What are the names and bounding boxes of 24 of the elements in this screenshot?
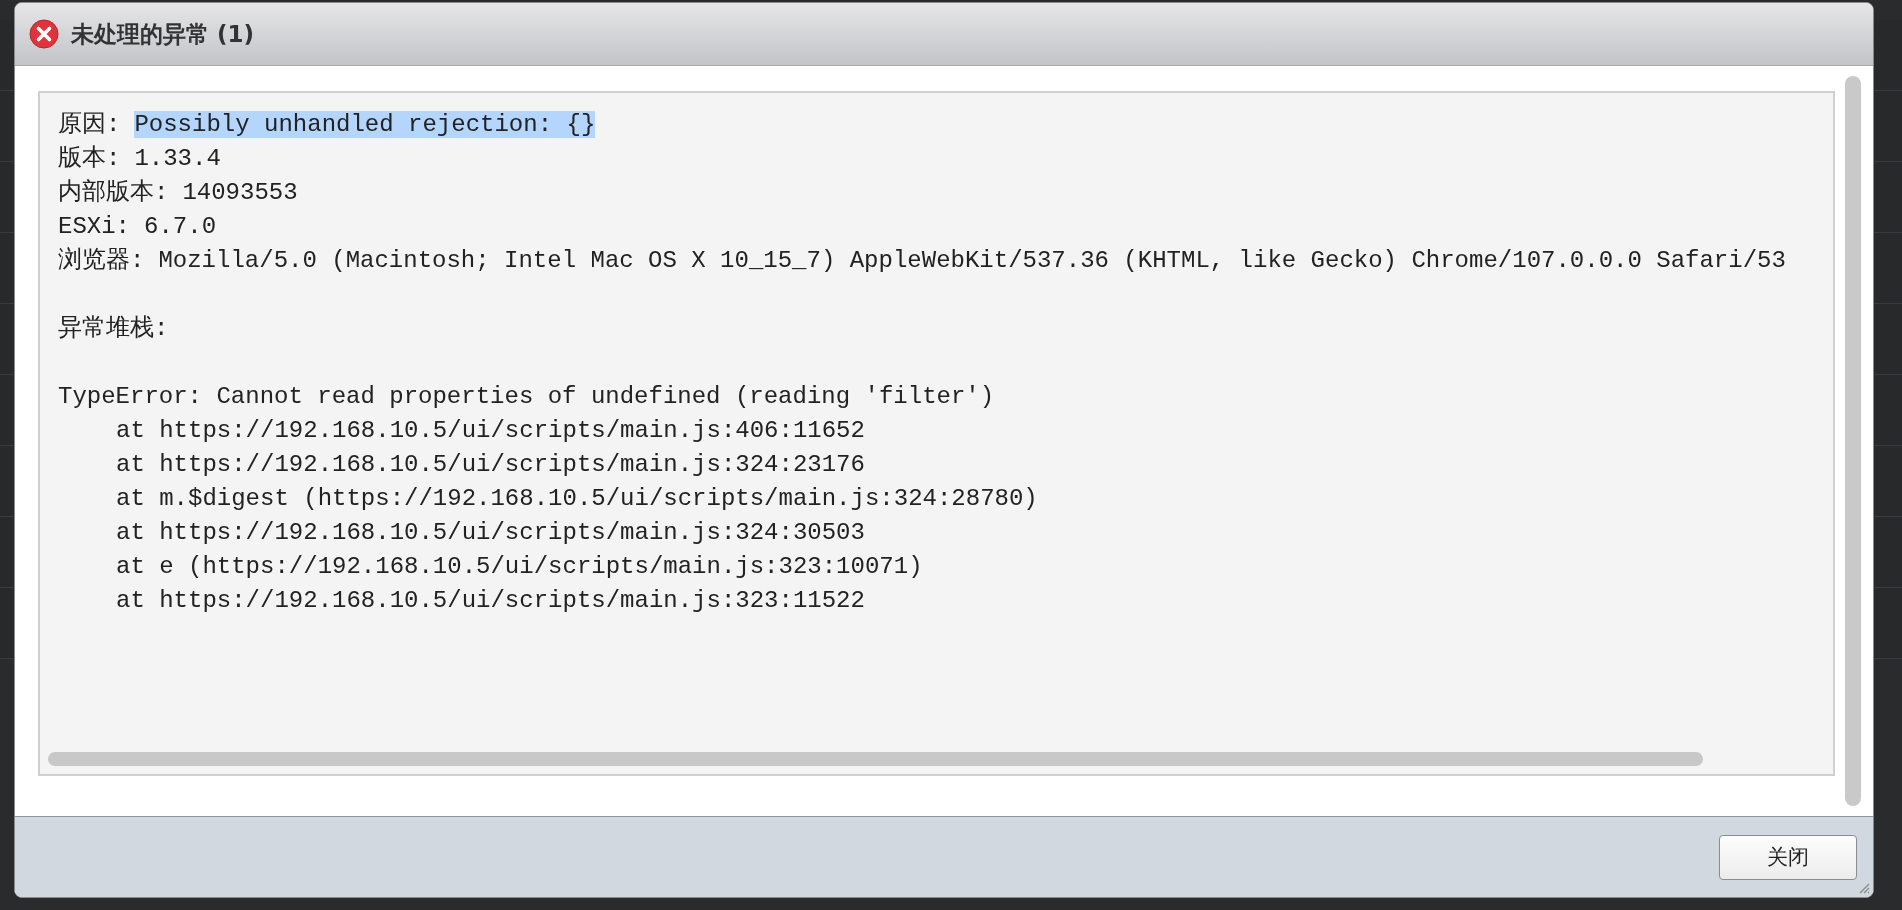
field-value: Mozilla/5.0 (Macintosh; Intel Mac OS X 10_15_7) AppleWebKit/537.36 (KHTML, like Gecko) Chrome/107.0.0.0 Safari/53 [158,247,1786,274]
field-value: 6.7.0 [144,213,217,240]
vertical-scrollbar[interactable] [1845,76,1861,806]
close-button[interactable]: 关闭 [1719,834,1857,880]
field-label: 版本: [58,145,121,172]
field-value: 14093553 [182,179,298,206]
field-value: 1.33.4 [134,145,221,172]
stack-frame: at e (https://192.168.10.5/ui/scripts/main.js:323:10071) [116,553,923,580]
field-label: 内部版本: [58,179,169,206]
field-label: 原因: [58,111,121,138]
field-label: 浏览器: [58,247,145,274]
stack-frame: at https://192.168.10.5/ui/scripts/main.js:324:23176 [116,451,865,478]
stack-frame: at m.$digest (https://192.168.10.5/ui/scripts/main.js:324:28780) [116,485,1038,512]
stack-heading: 异常堆栈: [58,315,169,342]
stack-frame: at https://192.168.10.5/ui/scripts/main.js:324:30503 [116,519,865,546]
horizontal-scrollbar[interactable] [48,752,1703,766]
error-icon [29,19,59,49]
stack-frame: at https://192.168.10.5/ui/scripts/main.js:406:11652 [116,417,865,444]
field-value: Possibly unhandled rejection: {} [134,111,596,138]
error-message: TypeError: Cannot read properties of undefined (reading 'filter') [58,383,995,410]
resize-grip-icon[interactable] [1858,882,1870,894]
stack-frame: at https://192.168.10.5/ui/scripts/main.js:323:11522 [116,587,865,614]
window-title: 未处理的异常 (1) [71,19,255,49]
field-label: ESXi: [58,213,130,240]
